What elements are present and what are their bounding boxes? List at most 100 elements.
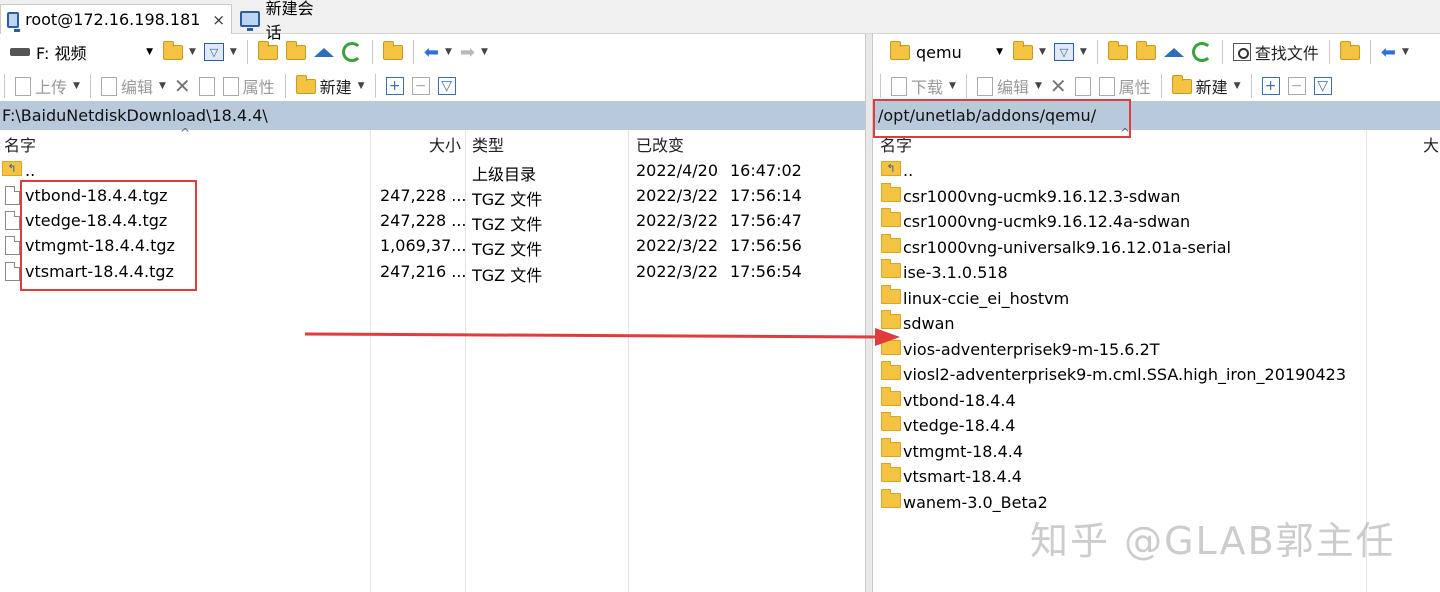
file-type: 上级目录 xyxy=(472,165,537,184)
right-new-button[interactable]: 新建 ▼ xyxy=(1168,73,1245,99)
column-header-modified[interactable]: 已改变 xyxy=(636,130,836,158)
right-props-button[interactable]: 属性 xyxy=(1095,73,1155,99)
chevron-down-icon: ▼ xyxy=(996,47,1003,57)
left-home-button[interactable] xyxy=(310,39,338,65)
minus-icon: − xyxy=(411,77,430,95)
right-refresh-button[interactable] xyxy=(1188,39,1216,65)
column-header-size[interactable]: 大小 xyxy=(371,130,461,158)
tab-new-session[interactable]: 新建会话 xyxy=(234,0,334,42)
list-item[interactable]: vtmgmt-18.4.4 xyxy=(873,437,1363,465)
column-header-name[interactable]: 名字 ^ xyxy=(4,126,364,158)
chevron-down-icon: ▼ xyxy=(357,81,365,91)
chevron-down-icon: ▼ xyxy=(949,81,956,91)
left-deselect-button[interactable]: − xyxy=(408,73,434,99)
arrow-head-icon xyxy=(875,328,900,346)
folder-name: csr1000vng-universalk9.16.12.01a-serial xyxy=(903,237,1231,257)
chevron-down-icon: ▼ xyxy=(1233,81,1241,91)
column-header-type[interactable]: 类型 xyxy=(472,130,622,158)
folder-icon xyxy=(890,40,910,60)
plus-icon: + xyxy=(385,77,404,95)
parent-folder-icon: ↰ xyxy=(2,161,22,176)
column-header-size[interactable]: 大 xyxy=(1423,130,1440,158)
list-item[interactable]: vtsmart-18.4.4 xyxy=(873,463,1363,490)
list-item[interactable]: vtedge-18.4.4 xyxy=(873,412,1363,439)
panel-splitter[interactable] xyxy=(865,34,873,592)
upload-icon xyxy=(15,76,31,96)
right-delete-button[interactable]: ✕ xyxy=(1046,73,1071,99)
root-folder-icon xyxy=(285,40,306,60)
left-new-button[interactable]: 新建 ▼ xyxy=(292,73,369,99)
toolbar-divider xyxy=(412,40,414,64)
left-root-dir-button[interactable] xyxy=(282,39,310,65)
close-icon[interactable]: × xyxy=(212,11,225,29)
folder-name: vtbond-18.4.4 xyxy=(903,390,1016,410)
list-item[interactable]: ise-3.1.0.518 xyxy=(873,259,1363,286)
file-icon xyxy=(5,186,20,205)
right-back-button[interactable]: ⬅ ▼ xyxy=(1377,39,1413,65)
right-edit-button[interactable]: 编辑 ▼ xyxy=(973,73,1046,99)
left-back-button[interactable]: ⬅ ▼ xyxy=(420,39,456,65)
right-folder-select[interactable]: qemu ▼ xyxy=(884,39,1009,65)
right-select-all-button[interactable]: + xyxy=(1258,73,1284,99)
list-item[interactable]: csr1000vng-ucmk9.16.12.4a-sdwan xyxy=(873,208,1363,235)
right-tree-button[interactable] xyxy=(1336,39,1364,65)
right-deselect-button[interactable]: − xyxy=(1284,73,1310,99)
right-toolbar-nav: qemu ▼ ▼ ▽ ▼ 查找文件 ⬅ ▼ xyxy=(884,36,1440,68)
left-refresh-button[interactable] xyxy=(338,39,366,65)
right-filter-select-button[interactable]: ▽ xyxy=(1310,73,1336,99)
filter-icon: ▽ xyxy=(1053,43,1074,61)
open-folder-icon xyxy=(163,40,183,60)
list-item[interactable]: sdwan xyxy=(873,310,1363,337)
chevron-down-icon: ▼ xyxy=(480,47,488,57)
left-select-all-button[interactable]: + xyxy=(382,73,408,99)
annotation-box-source-files xyxy=(20,180,197,291)
parent-folder-icon: ↰ xyxy=(881,161,901,176)
download-button[interactable]: 下载 ▼ xyxy=(887,73,960,99)
list-item-parent[interactable]: ↰.. xyxy=(873,159,1363,184)
left-filter-select-button[interactable]: ▽ xyxy=(434,73,460,99)
delete-icon: ✕ xyxy=(173,74,191,98)
tree-icon xyxy=(1339,40,1360,60)
upload-button[interactable]: 上传 ▼ xyxy=(11,73,84,99)
list-item[interactable]: vtbond-18.4.4 xyxy=(873,386,1363,414)
left-forward-button[interactable]: ➡ ▼ xyxy=(456,39,492,65)
left-drive-select[interactable]: F: 视频 ▼ xyxy=(4,39,159,65)
right-parent-dir-button[interactable] xyxy=(1104,39,1132,65)
list-item[interactable]: linux-ccie_ei_hostvm xyxy=(873,284,1363,312)
properties-icon xyxy=(1098,76,1115,96)
left-props-button[interactable]: 属性 xyxy=(219,73,279,99)
list-item[interactable]: vios-adventerprisek9-m-15.6.2T xyxy=(873,335,1363,363)
find-files-button[interactable]: 查找文件 xyxy=(1229,39,1323,65)
left-edit-button[interactable]: 编辑 ▼ xyxy=(97,73,170,99)
right-home-button[interactable] xyxy=(1160,39,1188,65)
toolbar-divider xyxy=(371,40,373,64)
chevron-down-icon: ▼ xyxy=(1039,47,1046,57)
list-item[interactable]: viosl2-adventerprisek9-m.cml.SSA.high_ir… xyxy=(873,361,1363,388)
left-path-bar[interactable]: F:\BaiduNetdiskDownload\18.4.4\ xyxy=(0,101,865,130)
left-filter-button[interactable]: ▽ ▼ xyxy=(200,39,241,65)
list-item[interactable]: csr1000vng-ucmk9.16.12.3-sdwan xyxy=(873,182,1363,210)
right-open-folder-button[interactable]: ▼ xyxy=(1009,39,1050,65)
folder-name: vtsmart-18.4.4 xyxy=(903,467,1022,486)
tab-session-root[interactable]: root@172.16.198.181 × xyxy=(0,4,232,34)
right-rename-button[interactable] xyxy=(1071,73,1095,99)
list-item[interactable]: csr1000vng-universalk9.16.12.01a-serial xyxy=(873,233,1363,261)
folder-icon xyxy=(881,437,901,457)
left-open-folder-button[interactable]: ▼ xyxy=(159,39,200,65)
column-header-modified-label: 已改变 xyxy=(636,136,685,155)
arrow-line xyxy=(304,332,881,339)
left-tree-button[interactable] xyxy=(379,39,407,65)
folder-icon xyxy=(881,208,901,227)
file-type: TGZ 文件 xyxy=(472,190,543,209)
file-type: TGZ 文件 xyxy=(472,266,543,285)
right-filter-button[interactable]: ▽ ▼ xyxy=(1050,39,1091,65)
left-props-label: 属性 xyxy=(242,78,275,97)
left-parent-dir-button[interactable] xyxy=(254,39,282,65)
left-delete-button[interactable]: ✕ xyxy=(170,73,195,99)
folder-name: csr1000vng-ucmk9.16.12.4a-sdwan xyxy=(903,212,1191,231)
left-rename-button[interactable] xyxy=(195,73,219,99)
toolbar-divider xyxy=(89,74,91,98)
filter-icon: ▽ xyxy=(1313,77,1332,95)
right-root-dir-button[interactable] xyxy=(1132,39,1160,65)
column-header-type-label: 类型 xyxy=(472,136,505,155)
